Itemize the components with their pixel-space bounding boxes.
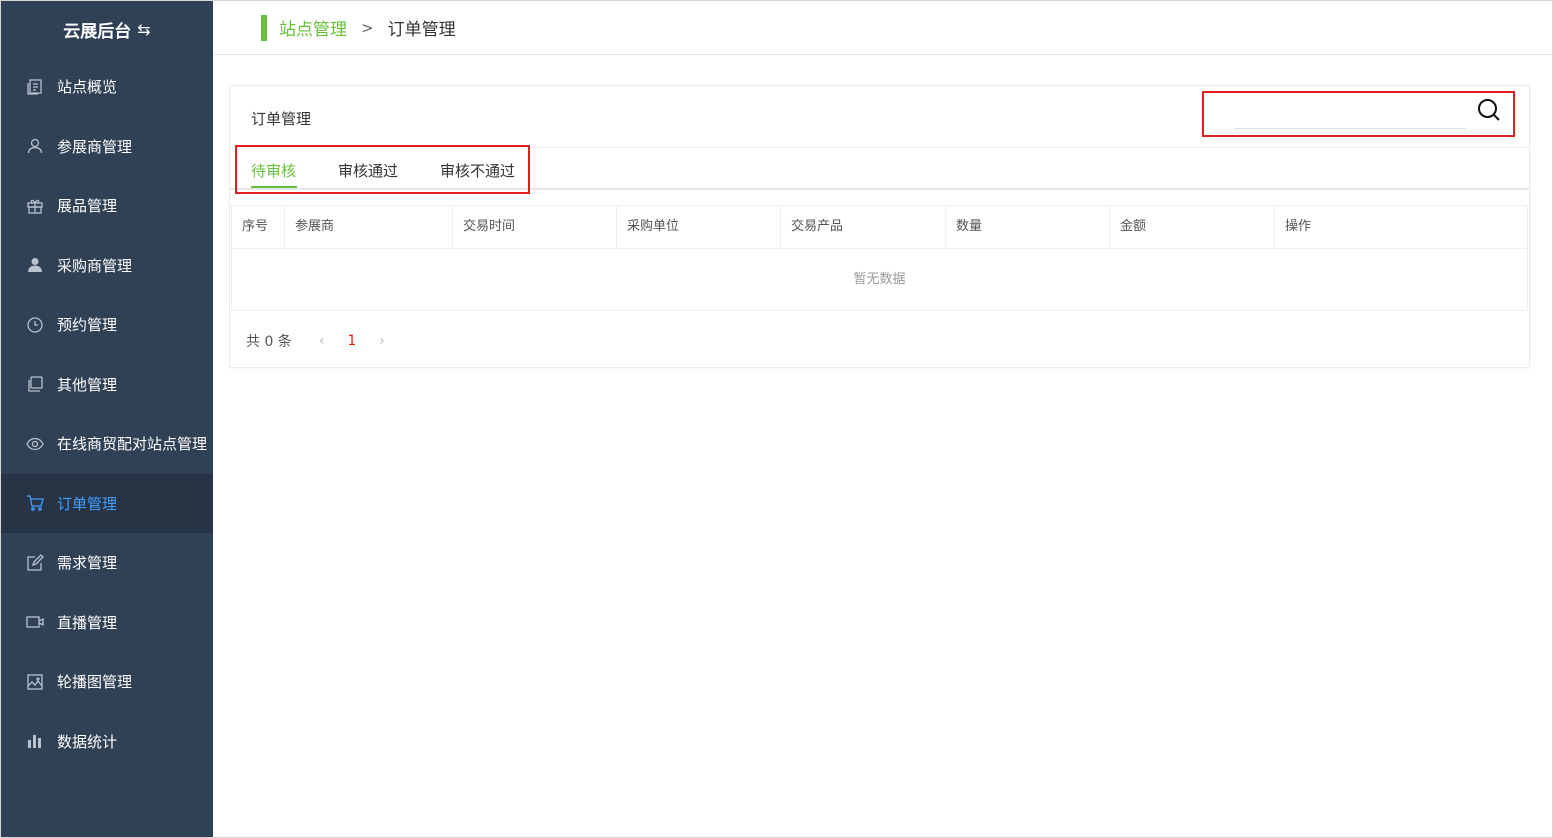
sidebar: 云展后台 ⇆ 站点概览 参展商管理 展品管理 采购商管理 预约管理 其他管理 在… — [1, 1, 213, 837]
brand: 云展后台 ⇆ — [1, 1, 213, 57]
sidebar-item-appointments[interactable]: 预约管理 — [1, 295, 213, 355]
sidebar-item-label: 展品管理 — [57, 197, 118, 216]
pagination-total: 共 0 条 — [246, 334, 292, 350]
sidebar-item-label: 在线商贸配对站点管理 — [57, 435, 208, 454]
sidebar-item-other[interactable]: 其他管理 — [1, 355, 213, 415]
sidebar-item-label: 预约管理 — [57, 316, 118, 335]
search-box — [1202, 91, 1515, 137]
tabs-highlight — [235, 145, 530, 194]
breadcrumb-separator: > — [361, 18, 374, 37]
column-header: 交易产品 — [781, 206, 946, 248]
sidebar-item-orders[interactable]: 订单管理 — [1, 473, 213, 533]
sidebar-item-matchmaking[interactable]: 在线商贸配对站点管理 — [1, 414, 213, 474]
search-icon[interactable] — [1476, 97, 1502, 123]
sidebar-item-statistics[interactable]: 数据统计 — [1, 712, 213, 772]
breadcrumb: 站点管理 > 订单管理 — [213, 1, 1552, 55]
bar-chart-icon — [25, 731, 45, 751]
pagination: 共 0 条 ‹ 1 › — [246, 330, 392, 352]
video-icon — [25, 612, 45, 632]
sidebar-item-buyers[interactable]: 采购商管理 — [1, 236, 213, 296]
eye-icon — [25, 434, 45, 454]
sidebar-item-demands[interactable]: 需求管理 — [1, 533, 213, 593]
gift-icon — [25, 196, 45, 216]
card-header: 订单管理 — [230, 86, 1529, 148]
chevron-left-icon[interactable]: ‹ — [312, 333, 332, 349]
column-header: 交易时间 — [453, 206, 617, 248]
person-icon — [25, 255, 45, 275]
table-header: 序号 参展商 交易时间 采购单位 交易产品 数量 金额 操作 — [232, 206, 1527, 249]
column-header: 操作 — [1285, 219, 1312, 234]
brand-title: 云展后台 — [63, 21, 132, 42]
column-header: 数量 — [946, 206, 1110, 248]
switch-icon[interactable]: ⇆ — [137, 20, 150, 39]
sidebar-item-carousel[interactable]: 轮播图管理 — [1, 652, 213, 712]
breadcrumb-accent — [261, 14, 267, 41]
sidebar-item-label: 其他管理 — [57, 375, 118, 394]
clock-icon — [25, 315, 45, 335]
sidebar-menu: 站点概览 参展商管理 展品管理 采购商管理 预约管理 其他管理 在线商贸配对站点… — [1, 57, 213, 771]
sidebar-item-label: 轮播图管理 — [57, 673, 133, 692]
page-title: 订单管理 — [251, 110, 312, 128]
sidebar-item-exhibitors[interactable]: 参展商管理 — [1, 117, 213, 177]
sidebar-item-label: 订单管理 — [57, 494, 118, 513]
picture-icon — [25, 672, 45, 692]
sidebar-item-label: 参展商管理 — [57, 137, 133, 156]
breadcrumb-current: 订单管理 — [387, 20, 456, 40]
sidebar-item-label: 需求管理 — [57, 554, 118, 573]
breadcrumb-parent-link[interactable]: 站点管理 — [279, 15, 347, 40]
sidebar-item-label: 站点概览 — [57, 78, 118, 97]
chevron-right-icon[interactable]: › — [372, 333, 392, 349]
sidebar-item-exhibits[interactable]: 展品管理 — [1, 176, 213, 236]
cart-icon — [25, 493, 45, 513]
column-header: 参展商 — [285, 206, 453, 248]
sidebar-item-label: 直播管理 — [57, 613, 118, 632]
document-icon — [25, 77, 45, 97]
sidebar-item-site-overview[interactable]: 站点概览 — [1, 57, 213, 117]
column-header: 采购单位 — [617, 206, 781, 248]
sidebar-item-label: 采购商管理 — [57, 256, 133, 275]
orders-card: 订单管理 待审核 审核通过 审核不通过 序号 参展商 交易时间 采购单位 交易产… — [229, 85, 1530, 368]
edit-icon — [25, 553, 45, 573]
orders-table: 序号 参展商 交易时间 采购单位 交易产品 数量 金额 操作 暂无数据 — [231, 205, 1528, 311]
copy-icon — [25, 374, 45, 394]
sidebar-item-live[interactable]: 直播管理 — [1, 593, 213, 653]
empty-state: 暂无数据 — [853, 272, 906, 287]
sidebar-item-label: 数据统计 — [57, 732, 118, 751]
user-icon — [25, 136, 45, 156]
search-input[interactable] — [1234, 111, 1466, 129]
column-header: 序号 — [232, 206, 285, 248]
column-header: 金额 — [1110, 206, 1275, 248]
page-number[interactable]: 1 — [332, 333, 372, 349]
